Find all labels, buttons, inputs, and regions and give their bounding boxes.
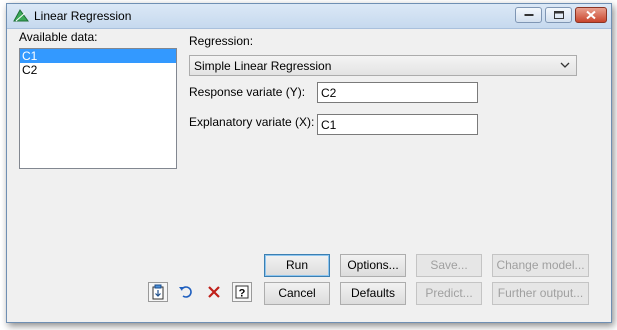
options-button[interactable]: Options...: [340, 254, 406, 277]
predict-button[interactable]: Predict...: [416, 282, 482, 305]
minimize-icon: [524, 14, 533, 16]
undo-button[interactable]: [176, 282, 196, 302]
svg-text:?: ?: [239, 288, 246, 300]
regression-select[interactable]: Simple Linear Regression: [189, 55, 577, 76]
available-data-label: Available data:: [19, 30, 98, 44]
save-button[interactable]: Save...: [416, 254, 482, 277]
further-output-button[interactable]: Further output...: [492, 282, 589, 305]
defaults-button[interactable]: Defaults: [340, 282, 406, 305]
list-item[interactable]: C1: [20, 49, 176, 63]
chevron-down-icon: [560, 62, 570, 68]
response-variate-field[interactable]: [317, 82, 478, 103]
chart-triangle-icon: [13, 8, 29, 25]
explanatory-variate-field[interactable]: [317, 114, 478, 135]
copy-button[interactable]: [148, 282, 168, 302]
minimize-button[interactable]: [515, 7, 542, 23]
copy-to-clipboard-icon: [152, 284, 164, 300]
regression-label: Regression:: [189, 34, 254, 48]
maximize-icon: [553, 11, 564, 19]
available-data-list[interactable]: C1 C2: [19, 48, 177, 169]
title-bar[interactable]: Linear Regression: [7, 4, 611, 29]
clear-button[interactable]: [204, 282, 224, 302]
response-variate-label: Response variate (Y):: [189, 85, 306, 99]
maximize-button[interactable]: [545, 7, 572, 23]
regression-selected-value: Simple Linear Regression: [194, 59, 332, 73]
help-icon: ?: [235, 285, 249, 300]
clear-icon: [208, 286, 220, 298]
close-icon: [586, 10, 596, 20]
cancel-button[interactable]: Cancel: [264, 282, 330, 305]
close-button[interactable]: [575, 7, 607, 23]
explanatory-variate-label: Explanatory variate (X):: [189, 115, 315, 129]
list-item[interactable]: C2: [20, 63, 176, 77]
linear-regression-dialog: Linear Regression Available data: C1 C2 …: [6, 3, 612, 323]
run-button[interactable]: Run: [264, 254, 330, 277]
help-button[interactable]: ?: [232, 282, 252, 302]
change-model-button[interactable]: Change model...: [492, 254, 589, 277]
undo-icon: [179, 286, 192, 298]
window-title: Linear Regression: [34, 9, 132, 23]
